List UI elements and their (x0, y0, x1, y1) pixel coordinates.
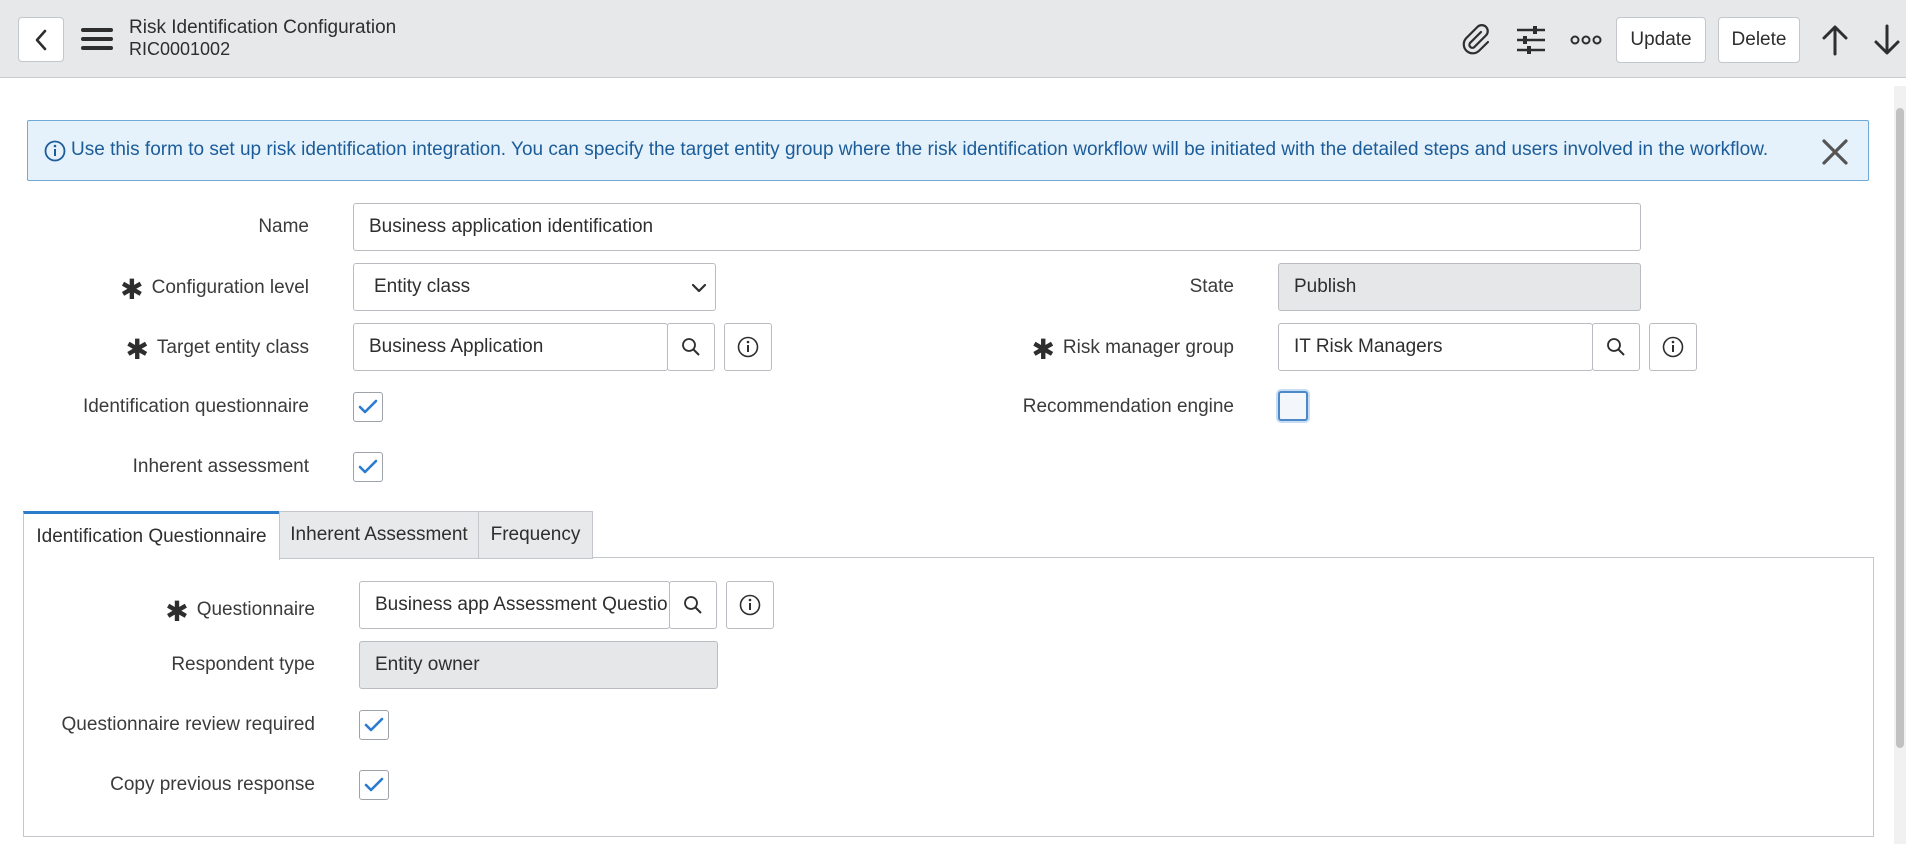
name-input[interactable]: Business application identification (353, 203, 1641, 251)
info-icon (739, 594, 761, 616)
close-icon[interactable] (1818, 135, 1852, 169)
scrollbar-thumb[interactable] (1896, 108, 1904, 748)
checkmark-icon (364, 777, 384, 792)
info-icon (1662, 336, 1684, 358)
state-label: State (1189, 276, 1234, 297)
arrow-up-icon[interactable] (1818, 22, 1852, 58)
record-number: RIC0001002 (129, 39, 231, 59)
target-entity-class-input[interactable]: Business Application (353, 323, 668, 371)
tab-identification-questionnaire[interactable]: Identification Questionnaire (23, 511, 280, 560)
respondent-type-label: Respondent type (171, 654, 315, 675)
info-banner: Use this form to set up risk identificat… (27, 120, 1869, 181)
risk-manager-group-input[interactable]: IT Risk Managers (1278, 323, 1593, 371)
sliders-icon[interactable] (1513, 22, 1549, 58)
required-asterisk-icon: ✱ (1031, 334, 1055, 365)
checkmark-icon (358, 459, 378, 474)
configuration-level-label: ✱ Configuration level (120, 274, 309, 305)
configuration-level-value: Entity class (374, 276, 471, 297)
required-asterisk-icon: ✱ (120, 274, 144, 305)
questionnaire-input[interactable]: Business app Assessment Questio (359, 581, 670, 629)
target-entity-class-label: ✱ Target entity class (125, 334, 309, 365)
banner-message: Use this form to set up risk identificat… (71, 139, 1769, 160)
required-asterisk-icon: ✱ (165, 596, 189, 627)
questionnaire-info-button[interactable] (726, 581, 774, 629)
page-title: Risk Identification Configuration (129, 17, 397, 38)
configuration-level-select[interactable]: Entity class (353, 263, 716, 311)
risk-manager-group-lookup-button[interactable] (1592, 323, 1640, 371)
respondent-type-field: Entity owner (359, 641, 718, 689)
paperclip-icon[interactable] (1458, 22, 1494, 58)
target-entity-class-info-button[interactable] (724, 323, 772, 371)
back-button[interactable] (18, 17, 64, 62)
recommendation-engine-checkbox[interactable] (1278, 391, 1308, 421)
required-asterisk-icon: ✱ (125, 334, 149, 365)
search-icon (1607, 338, 1625, 356)
tab-frequency[interactable]: Frequency (478, 511, 593, 559)
name-label: Name (258, 216, 309, 237)
questionnaire-review-required-label: Questionnaire review required (61, 714, 315, 735)
tab-inherent-assessment[interactable]: Inherent Assessment (279, 511, 479, 559)
update-button[interactable]: Update (1616, 17, 1706, 63)
identification-questionnaire-label: Identification questionnaire (82, 396, 309, 417)
search-icon (682, 338, 700, 356)
questionnaire-review-required-checkbox[interactable] (359, 710, 389, 740)
info-icon (737, 336, 759, 358)
checkmark-icon (358, 399, 378, 414)
identification-questionnaire-checkbox[interactable] (353, 392, 383, 422)
risk-manager-group-info-button[interactable] (1649, 323, 1697, 371)
inherent-assessment-checkbox[interactable] (353, 452, 383, 482)
more-options-icon[interactable] (1568, 25, 1604, 55)
inherent-assessment-label: Inherent assessment (132, 456, 309, 477)
state-field: Publish (1278, 263, 1641, 311)
chevron-left-icon (35, 29, 47, 50)
copy-previous-response-checkbox[interactable] (359, 770, 389, 800)
chevron-down-icon (691, 283, 707, 293)
arrow-down-icon[interactable] (1870, 22, 1904, 58)
questionnaire-lookup-button[interactable] (669, 581, 717, 629)
search-icon (684, 596, 702, 614)
recommendation-engine-label: Recommendation engine (1022, 396, 1234, 417)
checkmark-icon (364, 717, 384, 732)
form-header: Risk Identification Configuration RIC000… (0, 0, 1906, 78)
info-icon (44, 140, 66, 167)
target-entity-class-lookup-button[interactable] (667, 323, 715, 371)
questionnaire-label: ✱ Questionnaire (165, 596, 315, 627)
risk-manager-group-label: ✱ Risk manager group (1031, 334, 1234, 365)
hamburger-menu-icon[interactable] (80, 24, 114, 54)
delete-button[interactable]: Delete (1718, 17, 1800, 63)
copy-previous-response-label: Copy previous response (110, 774, 315, 795)
